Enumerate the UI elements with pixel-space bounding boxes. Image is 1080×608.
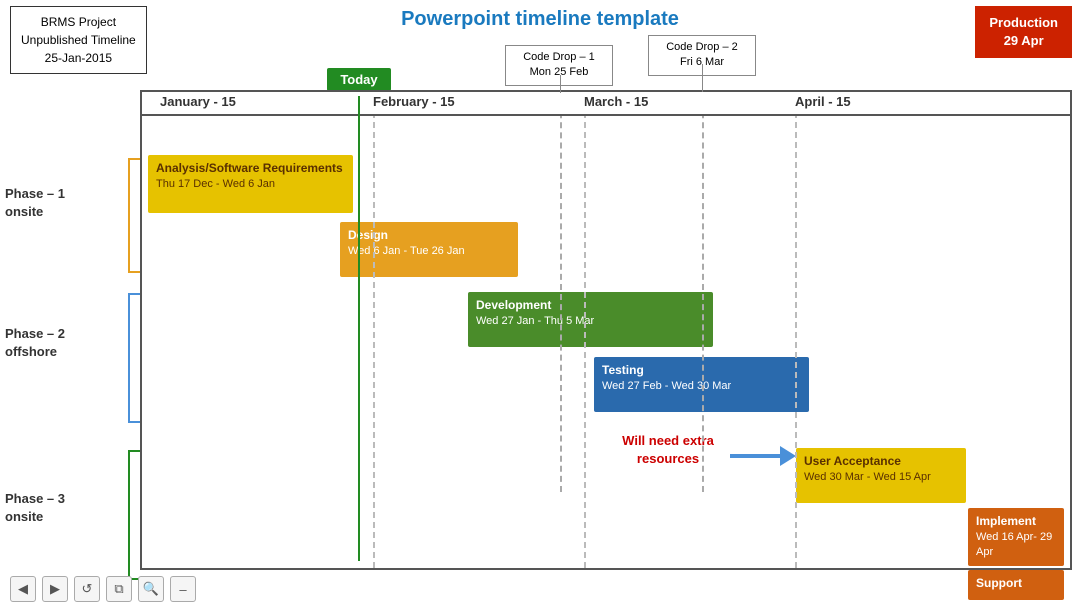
today-marker: Today — [327, 68, 391, 91]
nav-search[interactable]: 🔍 — [138, 576, 164, 602]
nav-minus[interactable]: – — [170, 576, 196, 602]
task-analysis-dates: Thu 17 Dec - Wed 6 Jan — [156, 177, 345, 192]
task-design: Design Wed 6 Jan - Tue 26 Jan — [340, 222, 518, 277]
project-info-box: BRMS Project Unpublished Timeline 25-Jan… — [10, 6, 147, 74]
nav-copy[interactable]: ⧉ — [106, 576, 132, 602]
task-development-dates: Wed 27 Jan - Thu 5 Mar — [476, 314, 705, 329]
task-support: Support — [968, 570, 1064, 600]
timeline-bottom-border — [140, 568, 1072, 570]
page-title: Powerpoint timeline template — [401, 8, 679, 31]
apr-dashed-line — [795, 92, 797, 568]
month-apr: April - 15 — [795, 94, 851, 109]
feb-dashed-line — [373, 92, 375, 568]
nav-refresh[interactable]: ↺ — [74, 576, 100, 602]
task-implement-dates: Wed 16 Apr- 29 Apr — [976, 530, 1056, 561]
today-box: Today — [327, 68, 391, 91]
code-drop-1-callout: Code Drop – 1 Mon 25 Feb — [505, 45, 613, 86]
timeline-left-border — [140, 90, 142, 570]
task-analysis: Analysis/Software Requirements Thu 17 De… — [148, 155, 353, 213]
phase-2-label: Phase – 2offshore — [5, 325, 65, 361]
code-drop-2-line — [702, 64, 703, 92]
project-name: BRMS Project — [21, 13, 136, 31]
month-jan: January - 15 — [160, 94, 236, 109]
code-drop-1-dashed — [560, 92, 562, 492]
month-mar: March - 15 — [584, 94, 648, 109]
task-uat: User Acceptance Wed 30 Mar - Wed 15 Apr — [796, 448, 966, 503]
task-uat-name: User Acceptance — [804, 453, 958, 470]
task-development-name: Development — [476, 297, 705, 314]
project-status: Unpublished Timeline — [21, 31, 136, 49]
mar-dashed-line — [584, 92, 586, 568]
phase-3-label: Phase – 3onsite — [5, 490, 65, 526]
task-support-name: Support — [976, 575, 1056, 592]
nav-prev[interactable]: ◀ — [10, 576, 36, 602]
production-badge: Production 29 Apr — [975, 6, 1072, 58]
project-date: 25-Jan-2015 — [21, 49, 136, 67]
phase-1-label: Phase – 1onsite — [5, 185, 65, 221]
month-feb: February - 15 — [373, 94, 455, 109]
bottom-nav: ◀ ▶ ↺ ⧉ 🔍 – — [10, 576, 196, 602]
month-bar: January - 15 February - 15 March - 15 Ap… — [140, 90, 1072, 116]
task-uat-dates: Wed 30 Mar - Wed 15 Apr — [804, 470, 958, 485]
task-development: Development Wed 27 Jan - Thu 5 Mar — [468, 292, 713, 347]
task-implement: Implement Wed 16 Apr- 29 Apr — [968, 508, 1064, 566]
arrow-resources — [730, 446, 796, 466]
timeline-right-border — [1070, 90, 1072, 570]
code-drop-1-line — [560, 75, 561, 93]
task-analysis-name: Analysis/Software Requirements — [156, 160, 345, 177]
today-line — [358, 96, 360, 561]
note-resources: Will need extraresources — [608, 432, 728, 468]
nav-next[interactable]: ▶ — [42, 576, 68, 602]
task-implement-name: Implement — [976, 513, 1056, 530]
code-drop-2-dashed — [702, 92, 704, 492]
app: Powerpoint timeline template BRMS Projec… — [0, 0, 1080, 608]
